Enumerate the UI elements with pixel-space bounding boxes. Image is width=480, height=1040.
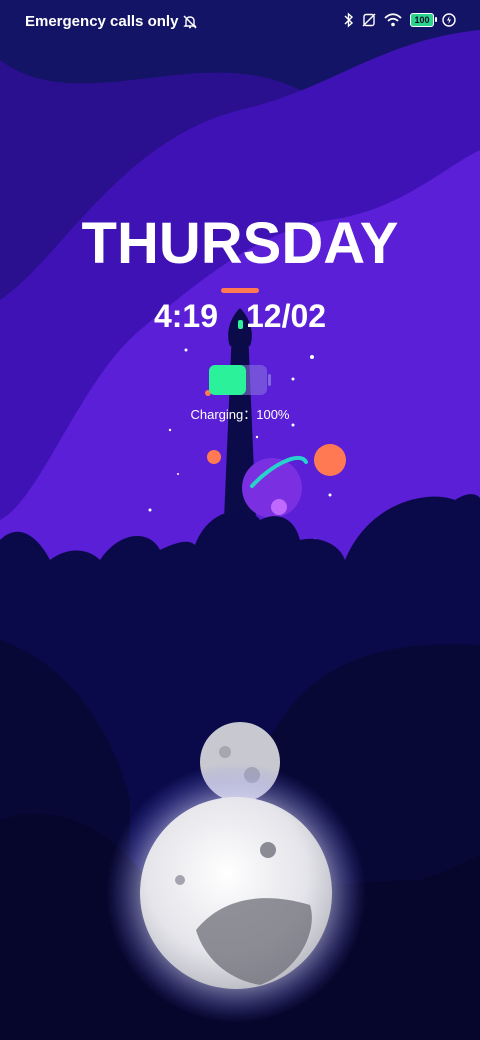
clock-date: 12/02 (245, 298, 327, 334)
carrier-text: Emergency calls only (25, 13, 179, 30)
wifi-icon (384, 13, 402, 27)
day-underline (221, 288, 259, 293)
charging-battery-icon (207, 365, 273, 402)
status-bar: Emergency calls only 100 (0, 0, 480, 44)
day-of-week: THURSDAY (81, 211, 399, 276)
wallpaper (0, 0, 480, 1040)
clock-time: 4:19 (153, 298, 218, 334)
charging-bolt-icon (442, 13, 456, 27)
mute-bell-icon (182, 14, 198, 30)
status-right: 100 (344, 12, 456, 28)
time-date: 4:19 12/02 (0, 298, 480, 335)
planet-orange (314, 444, 346, 476)
battery-icon: 100 (410, 13, 437, 27)
status-left: Emergency calls only (25, 13, 198, 30)
no-sim-icon (362, 13, 376, 27)
bluetooth-icon (344, 12, 354, 28)
charging-status: Charging：100% (190, 407, 290, 422)
